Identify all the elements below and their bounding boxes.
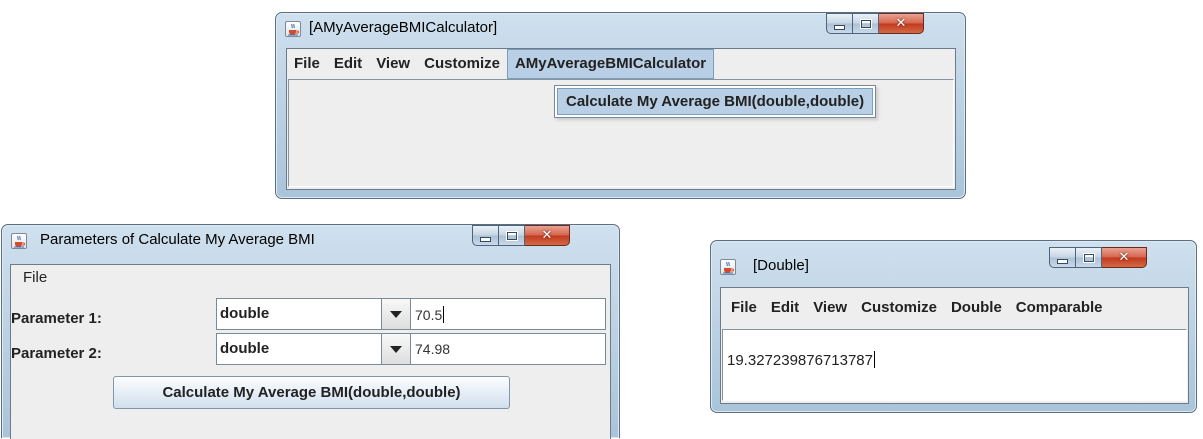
parameter-2-type-select[interactable]: double [216,333,411,365]
window-title: Parameters of Calculate My Average BMI [40,231,315,248]
menu-file[interactable]: File [11,265,54,291]
dropdown-menu: Calculate My Average BMI(double,double) [554,85,877,118]
menu-bar: File [11,265,610,291]
parameter-2-label: Parameter 2: [11,345,102,362]
title-bar[interactable]: [Double] ✕ [711,241,1196,275]
result-text-area[interactable]: 19.327239876713787 [722,329,1187,401]
window-client: File Parameter 1: double 70.5 Parameter … [10,264,611,439]
maximize-icon[interactable] [853,13,879,34]
chevron-down-icon[interactable] [381,333,411,365]
menu-customize[interactable]: Customize [854,288,944,328]
java-cup-icon [720,259,736,275]
menu-bar: File Edit View Customize AMyAverageBMICa… [287,49,955,79]
close-icon[interactable]: ✕ [879,13,924,34]
minimize-icon[interactable] [826,13,853,34]
menu-edit[interactable]: Edit [327,49,369,79]
parameter-1-type-value: double [220,305,270,322]
maximize-icon[interactable] [499,225,525,246]
parameter-1-input[interactable]: 70.5 [410,298,606,330]
result-window: [Double] ✕ File Edit View Customize Doub… [710,240,1197,413]
parameter-1-label: Parameter 1: [11,310,102,327]
minimize-icon[interactable] [472,225,499,246]
menu-customize[interactable]: Customize [417,49,507,79]
window-title: [AMyAverageBMICalculator] [309,19,498,36]
menu-file[interactable]: File [287,49,327,79]
parameter-2-value: 74.98 [415,341,451,357]
title-bar[interactable]: Parameters of Calculate My Average BMI ✕ [2,225,619,255]
text-caret [443,306,445,323]
parameters-window: Parameters of Calculate My Average BMI ✕… [1,224,620,439]
calculate-average-bmi-button[interactable]: Calculate My Average BMI(double,double) [113,376,510,409]
close-icon[interactable]: ✕ [525,225,570,246]
menu-double[interactable]: Double [944,288,1009,328]
parameter-1-type-select[interactable]: double [216,298,411,330]
menu-amyaveragebmicalculator[interactable]: AMyAverageBMICalculator [506,49,715,79]
maximize-icon[interactable] [1076,247,1102,268]
menu-edit[interactable]: Edit [764,288,806,328]
menu-file[interactable]: File [721,288,764,328]
parameter-1-value: 70.5 [415,307,443,323]
parameter-2-input[interactable]: 74.98 [410,333,606,365]
parameter-2-type-value: double [220,340,270,357]
minimize-icon[interactable] [1049,247,1076,268]
window-controls: ✕ [1049,247,1147,268]
window-controls: ✕ [472,225,570,246]
menu-view[interactable]: View [806,288,854,328]
window-client: File Edit View Customize Double Comparab… [720,287,1189,404]
window-client: File Edit View Customize AMyAverageBMICa… [286,48,956,190]
menu-comparable[interactable]: Comparable [1009,288,1110,328]
window-title: [Double] [753,257,809,274]
java-cup-icon [285,21,301,37]
menu-item-calculate-average-bmi[interactable]: Calculate My Average BMI(double,double) [557,88,874,115]
window-controls: ✕ [826,13,924,34]
text-caret [874,351,875,368]
chevron-down-icon[interactable] [381,298,411,330]
close-icon[interactable]: ✕ [1102,247,1147,268]
menu-view[interactable]: View [369,49,417,79]
title-bar[interactable]: [AMyAverageBMICalculator] ✕ [276,13,965,43]
menu-bar: File Edit View Customize Double Comparab… [721,288,1188,328]
result-value: 19.327239876713787 [727,352,873,369]
java-cup-icon [11,233,27,249]
